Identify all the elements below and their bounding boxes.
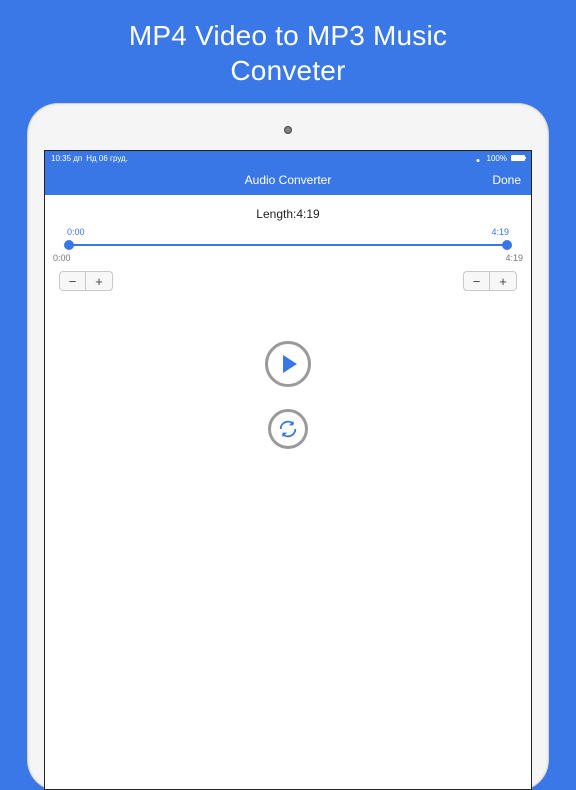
round-buttons [45,341,531,449]
end-plus-button[interactable]: + [490,272,516,290]
wifi-icon [473,154,483,162]
end-minus-button[interactable]: − [464,272,490,290]
start-stepper: − + [59,271,113,291]
refresh-button[interactable] [268,409,308,449]
outer-times: 0:00 4:19 [53,251,523,263]
outer-start: 0:00 [53,253,71,263]
promo-line1: MP4 Video to MP3 Music [129,20,447,51]
battery-percent: 100% [487,154,507,163]
trim-end-handle[interactable] [502,240,512,250]
done-button[interactable]: Done [492,173,521,187]
length-row: Length:4:19 [45,207,531,221]
promo-title: MP4 Video to MP3 Music Conveter [0,0,576,102]
status-left: 10:35 дп Нд 06 груд. [51,154,128,163]
promo-line2: Conveter [230,55,345,86]
nav-title: Audio Converter [245,173,332,187]
length-value: 4:19 [296,207,319,221]
camera-dot [284,126,292,134]
content: Length:4:19 0:00 4:19 0:00 4:19 [45,195,531,449]
battery-icon [511,155,525,161]
trim-end-label: 4:19 [491,227,509,237]
outer-end: 4:19 [505,253,523,263]
trim-slider: 0:00 4:19 0:00 4:19 [45,221,531,263]
refresh-icon [277,418,299,440]
status-right: 100% [473,154,525,163]
screen: 10:35 дп Нд 06 груд. 100% Audio Converte… [44,150,532,790]
stepper-row: − + − + [45,263,531,291]
trim-start-handle[interactable] [64,240,74,250]
nav-bar: Audio Converter Done [45,165,531,195]
status-time: 10:35 дп [51,154,82,163]
play-button[interactable] [265,341,311,387]
start-plus-button[interactable]: + [86,272,112,290]
track-line [69,244,507,246]
play-icon [283,355,297,373]
slider-track[interactable] [63,239,513,251]
start-minus-button[interactable]: − [60,272,86,290]
trim-start-label: 0:00 [67,227,85,237]
status-bar: 10:35 дп Нд 06 груд. 100% [45,151,531,165]
length-label: Length: [256,207,296,221]
device-frame: 10:35 дп Нд 06 груд. 100% Audio Converte… [28,104,548,790]
status-date: Нд 06 груд. [86,154,128,163]
end-stepper: − + [463,271,517,291]
inner-times: 0:00 4:19 [63,227,513,239]
